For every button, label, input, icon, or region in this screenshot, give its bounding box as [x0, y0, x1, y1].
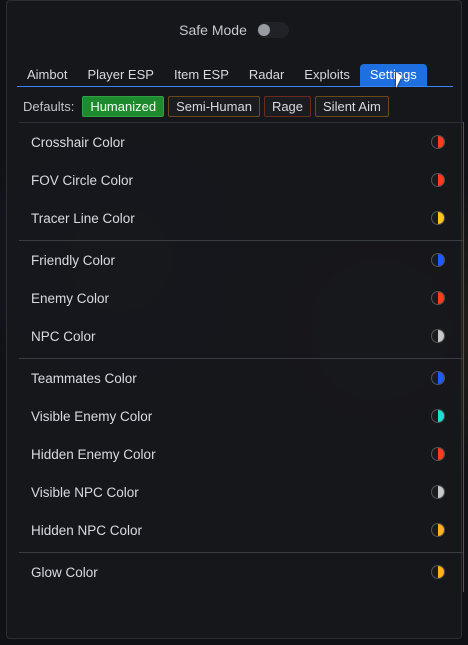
color-swatch-icon[interactable]	[431, 253, 445, 267]
color-setting-label: Friendly Color	[31, 252, 116, 268]
defaults-label: Defaults:	[23, 98, 75, 114]
tab-exploits[interactable]: Exploits	[294, 64, 360, 86]
swatch-fill	[438, 524, 444, 536]
color-setting-row: FOV Circle Color	[19, 161, 463, 199]
color-swatch-icon[interactable]	[431, 173, 445, 187]
swatch-fill	[438, 566, 444, 578]
color-settings-panel: Crosshair Color FOV Circle Color Tracer Li…	[19, 122, 464, 592]
swatch-fill	[438, 292, 444, 304]
color-swatch-icon[interactable]	[431, 135, 445, 149]
color-swatch-icon[interactable]	[431, 211, 445, 225]
swatch-fill	[438, 448, 444, 460]
color-setting-row: Hidden NPC Color	[19, 511, 463, 549]
color-setting-label: Crosshair Color	[31, 134, 125, 150]
tab-bar: Aimbot Player ESP Item ESP Radar Exploit…	[17, 63, 453, 87]
swatch-fill	[438, 174, 444, 186]
preset-rage-button[interactable]: Rage	[263, 95, 312, 117]
color-setting-row: NPC Color	[19, 317, 463, 355]
swatch-fill	[438, 254, 444, 266]
safe-mode-row: Safe Mode	[7, 20, 461, 40]
color-setting-row: Crosshair Color	[19, 123, 463, 161]
tab-aimbot[interactable]: Aimbot	[17, 64, 77, 86]
color-setting-label: Enemy Color	[31, 290, 110, 306]
preset-humanized-button[interactable]: Humanized	[82, 95, 165, 117]
color-setting-label: Hidden NPC Color	[31, 522, 143, 538]
tab-player-esp[interactable]: Player ESP	[77, 64, 163, 86]
defaults-row: Defaults: Humanized Semi-Human Rage Sile…	[23, 94, 389, 118]
preset-semi-human-button[interactable]: Semi-Human	[168, 95, 260, 117]
color-setting-row: Enemy Color	[19, 279, 463, 317]
color-setting-row: Hidden Enemy Color	[19, 435, 463, 473]
safe-mode-toggle[interactable]	[256, 22, 289, 38]
swatch-fill	[438, 410, 444, 422]
color-setting-label: FOV Circle Color	[31, 172, 134, 188]
mouse-cursor-icon	[396, 72, 402, 88]
color-setting-row: Friendly Color	[19, 241, 463, 279]
swatch-fill	[438, 330, 444, 342]
color-setting-row: Tracer Line Color	[19, 199, 463, 237]
color-setting-label: NPC Color	[31, 328, 96, 344]
color-setting-label: Hidden Enemy Color	[31, 446, 156, 462]
color-setting-label: Tracer Line Color	[31, 210, 135, 226]
swatch-fill	[438, 372, 444, 384]
preset-silent-aim-button[interactable]: Silent Aim	[315, 95, 389, 117]
color-swatch-icon[interactable]	[431, 291, 445, 305]
color-setting-label: Glow Color	[31, 564, 98, 580]
settings-window: Safe Mode Aimbot Player ESP Item ESP Rad…	[6, 0, 464, 639]
swatch-fill	[438, 486, 444, 498]
color-swatch-icon[interactable]	[431, 565, 445, 579]
color-setting-label: Visible Enemy Color	[31, 408, 153, 424]
color-setting-row: Glow Color	[19, 553, 463, 591]
safe-mode-label: Safe Mode	[179, 22, 247, 38]
color-setting-label: Visible NPC Color	[31, 484, 139, 500]
color-swatch-icon[interactable]	[431, 485, 445, 499]
tab-radar[interactable]: Radar	[239, 64, 294, 86]
color-swatch-icon[interactable]	[431, 447, 445, 461]
color-swatch-icon[interactable]	[431, 523, 445, 537]
tab-item-esp[interactable]: Item ESP	[164, 64, 239, 86]
color-setting-row: Teammates Color	[19, 359, 463, 397]
swatch-fill	[438, 212, 444, 224]
color-setting-label: Teammates Color	[31, 370, 137, 386]
color-swatch-icon[interactable]	[431, 409, 445, 423]
swatch-fill	[438, 136, 444, 148]
color-swatch-icon[interactable]	[431, 329, 445, 343]
color-setting-row: Visible Enemy Color	[19, 397, 463, 435]
tab-settings[interactable]: Settings	[359, 64, 427, 86]
color-setting-row: Visible NPC Color	[19, 473, 463, 511]
toggle-knob	[257, 24, 270, 36]
color-swatch-icon[interactable]	[431, 371, 445, 385]
